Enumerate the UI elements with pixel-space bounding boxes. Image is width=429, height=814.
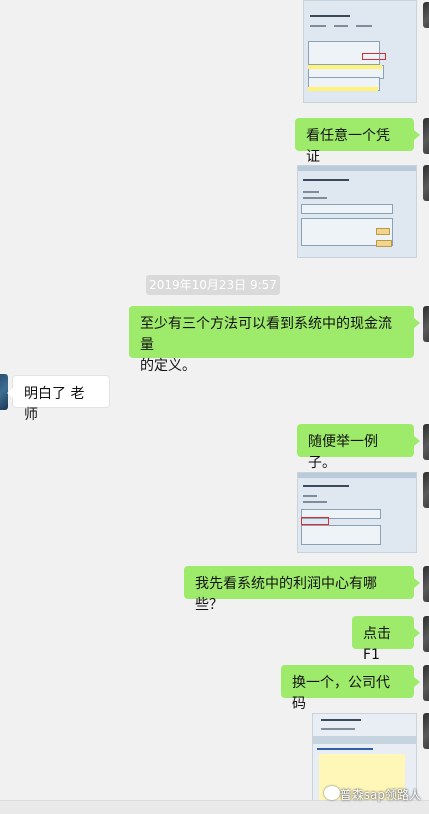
my-avatar[interactable] <box>423 713 429 749</box>
chat-message-bubble: 至少有三个方法可以看到系统中的现金流量 的定义。 <box>129 306 420 374</box>
message-line: 至少有三个方法可以看到系统中的现金流量 <box>140 316 392 353</box>
chat-message-bubble: 看任意一个凭证 <box>295 118 420 165</box>
chat-message-bubble: 随便举一例子。 <box>297 424 420 471</box>
screenshot-thumbnail-3[interactable] <box>297 472 417 553</box>
my-avatar[interactable] <box>423 118 429 154</box>
my-avatar[interactable] <box>423 566 429 602</box>
chat-message-bubble: 点击F1 <box>352 616 420 663</box>
screenshot-thumbnail-1[interactable] <box>303 0 417 103</box>
my-avatar[interactable] <box>423 2 429 28</box>
watermark: 普森sap领路人 <box>339 788 421 802</box>
my-avatar[interactable] <box>423 306 429 342</box>
my-avatar[interactable] <box>423 424 429 460</box>
chat-timestamp: 2019年10月23日 9:57 <box>146 275 280 295</box>
chat-message-bubble: 换一个，公司代码 <box>281 665 420 712</box>
my-avatar[interactable] <box>423 665 429 701</box>
chat-message-bubble: 我先看系统中的利润中心有哪些？ <box>184 566 420 613</box>
wechat-icon <box>324 786 340 800</box>
my-avatar[interactable] <box>423 472 429 508</box>
my-avatar[interactable] <box>423 165 429 201</box>
chat-message-bubble: 明白了 老师 <box>7 375 110 423</box>
screenshot-thumbnail-2[interactable] <box>297 165 417 258</box>
message-line: 的定义。 <box>140 358 196 374</box>
my-avatar[interactable] <box>423 616 429 652</box>
